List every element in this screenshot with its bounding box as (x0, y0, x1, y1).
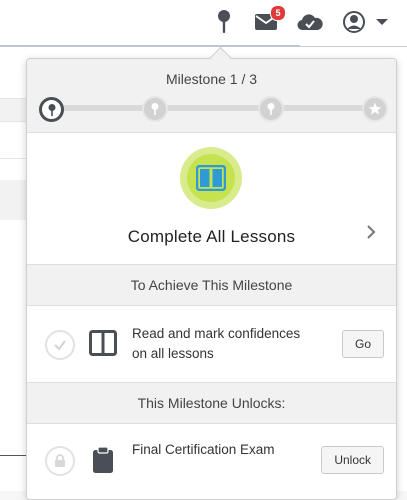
goal-title: Complete All Lessons (127, 227, 296, 246)
milestone-title: Milestone 1 / 3 (165, 71, 258, 87)
background-row (0, 98, 26, 122)
notification-badge: 5 (270, 5, 286, 21)
clipboard-icon (92, 446, 114, 479)
background-divider (0, 455, 26, 456)
book-badge (180, 147, 242, 209)
milestone-pin-icon[interactable] (210, 8, 238, 36)
milestone-node-current[interactable] (39, 97, 64, 122)
check-circle-icon (45, 330, 75, 360)
unlocks-section-heading: This Milestone Unlocks: (27, 383, 396, 424)
go-button[interactable]: Go (341, 330, 384, 358)
user-avatar-icon[interactable] (340, 8, 368, 36)
milestone-header: Milestone 1 / 3 (27, 59, 396, 133)
milestone-goal-card[interactable]: Complete All Lessons (27, 133, 396, 265)
messages-icon[interactable]: 5 (252, 5, 286, 36)
milestone-popover: Milestone 1 / 3 Complete All Lessons To … (26, 58, 397, 500)
background-divider (0, 158, 26, 159)
milestone-final-star-icon[interactable] (362, 96, 388, 122)
milestone-node-3[interactable] (258, 96, 284, 122)
achieve-section-heading: To Achieve This Milestone (27, 265, 396, 306)
chevron-right-icon[interactable] (366, 225, 376, 244)
lock-icon (45, 446, 75, 476)
milestone-progress-track (49, 105, 375, 111)
unlock-button[interactable]: Unlock (321, 446, 384, 474)
task-row: Read and mark confidences on all lessons… (27, 306, 396, 383)
top-nav-bar: 5 (0, 0, 407, 47)
background-row (0, 180, 26, 220)
unlock-item-title: Final Certification Exam (132, 442, 275, 457)
nav-accent-line (0, 45, 300, 47)
open-book-outline-icon (89, 330, 117, 361)
task-description: Read and mark confidences on all lessons (132, 326, 301, 361)
cloud-check-icon[interactable] (296, 8, 324, 36)
unlock-row: Final Certification Exam Unlock (27, 424, 396, 499)
open-book-icon (196, 165, 226, 191)
milestone-node-2[interactable] (142, 96, 168, 122)
chevron-down-icon[interactable] (368, 8, 396, 36)
